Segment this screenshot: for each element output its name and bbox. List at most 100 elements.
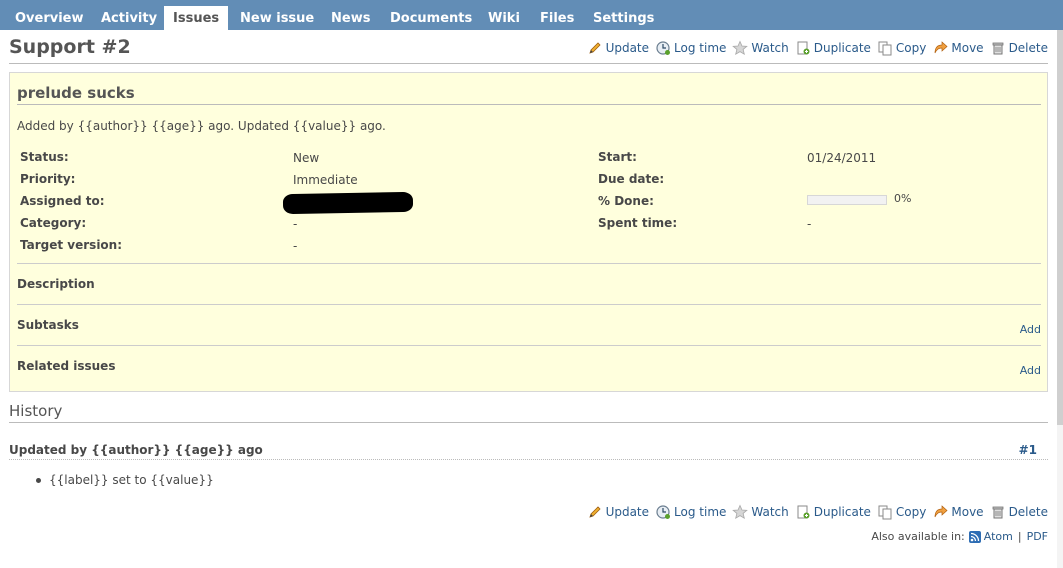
duplicate-label: Duplicate [813, 505, 871, 519]
copy-button[interactable]: Copy [877, 40, 926, 56]
rss-feed-icon [968, 530, 981, 543]
copy-icon [877, 504, 893, 520]
atom-link[interactable]: Atom [984, 530, 1013, 543]
other-formats: Also available in: Atom | PDF [871, 530, 1048, 543]
category-value: - [293, 217, 298, 231]
log-time-label: Log time [674, 41, 727, 55]
main-menu: Overview Activity Issues New issue News … [0, 0, 1063, 30]
issue-subject: prelude sucks [17, 84, 135, 102]
clock-icon [655, 40, 671, 56]
priority-label: Priority: [20, 172, 76, 186]
target-version-value: - [293, 239, 298, 253]
update-button-bottom[interactable]: Update [587, 504, 649, 520]
tab-issues[interactable]: Issues [164, 6, 229, 30]
bullet-icon [36, 478, 41, 483]
copy-label: Copy [895, 41, 927, 55]
journal-detail-item: {{label}} set to {{value}} [36, 473, 214, 487]
status-value: New [293, 151, 320, 165]
issue-details: prelude sucks Added by {{author}} {{age}… [9, 72, 1048, 392]
pdf-link[interactable]: PDF [1027, 530, 1048, 543]
update-label: Update [605, 41, 650, 55]
tab-new-issue[interactable]: New issue [231, 6, 323, 30]
description-heading: Description [17, 277, 95, 291]
related-issues-heading: Related issues [17, 359, 116, 373]
move-button[interactable]: Move [932, 40, 984, 56]
done-progress-bar [807, 195, 887, 205]
subtasks-divider [17, 304, 1041, 305]
move-arrow-icon [932, 40, 948, 56]
trash-icon [990, 40, 1006, 56]
copy-button-bottom[interactable]: Copy [877, 504, 926, 520]
subtasks-heading: Subtasks [17, 318, 79, 332]
target-version-label: Target version: [20, 238, 123, 252]
assigned-to-label: Assigned to: [20, 194, 105, 208]
duplicate-button-bottom[interactable]: Duplicate [795, 504, 871, 520]
add-subtask-link[interactable]: Add [1020, 323, 1041, 336]
tab-activity[interactable]: Activity [92, 6, 166, 30]
move-arrow-icon [932, 504, 948, 520]
move-label: Move [951, 41, 984, 55]
description-divider [17, 263, 1041, 264]
trash-icon [990, 504, 1006, 520]
duplicate-button[interactable]: Duplicate [795, 40, 871, 56]
duplicate-icon [795, 40, 811, 56]
spent-time-label: Spent time: [598, 216, 678, 230]
subject-divider [17, 104, 1041, 105]
issue-actions-top: Update Log time Watch Duplicate Copy Mov… [587, 39, 1048, 57]
move-label: Move [951, 505, 984, 519]
delete-button-bottom[interactable]: Delete [990, 504, 1048, 520]
delete-button[interactable]: Delete [990, 40, 1048, 56]
tab-wiki[interactable]: Wiki [479, 6, 529, 30]
redaction-mark [282, 191, 414, 215]
clock-icon [655, 504, 671, 520]
start-date-value: 01/24/2011 [807, 151, 877, 165]
move-button-bottom[interactable]: Move [932, 504, 984, 520]
spent-time-value: - [807, 217, 812, 231]
tab-documents[interactable]: Documents [381, 6, 481, 30]
issue-actions-bottom: Update Log time Watch Duplicate Copy Mov… [587, 503, 1048, 521]
pencil-icon [587, 504, 603, 520]
start-date-label: Start: [598, 150, 637, 164]
title-divider [9, 63, 1048, 64]
update-button[interactable]: Update [587, 40, 649, 56]
author-line: Added by {{author}} {{age}} ago. Updated… [17, 119, 386, 133]
page-title: Support #2 [9, 36, 131, 58]
history-divider [9, 422, 1048, 423]
journal-number-link[interactable]: #1 [1019, 443, 1037, 457]
star-icon [732, 40, 749, 56]
watch-button[interactable]: Watch [732, 40, 789, 56]
journal-detail-text: {{label}} set to {{value}} [49, 473, 214, 487]
duplicate-label: Duplicate [813, 41, 871, 55]
journal-header: Updated by {{author}} {{age}} ago [9, 443, 263, 457]
done-ratio-label: % Done: [598, 194, 654, 208]
watch-button-bottom[interactable]: Watch [732, 504, 789, 520]
log-time-label: Log time [674, 505, 727, 519]
delete-label: Delete [1008, 505, 1048, 519]
copy-icon [877, 40, 893, 56]
priority-value: Immediate [293, 173, 358, 187]
status-label: Status: [20, 150, 69, 164]
history-heading: History [9, 402, 63, 420]
watch-label: Watch [751, 41, 789, 55]
delete-label: Delete [1008, 41, 1048, 55]
tab-overview[interactable]: Overview [6, 6, 93, 30]
pencil-icon [587, 40, 603, 56]
also-available-label: Also available in: [871, 530, 965, 543]
update-label: Update [605, 505, 650, 519]
done-ratio-value: 0% [894, 192, 912, 205]
watch-label: Watch [751, 505, 789, 519]
log-time-button-bottom[interactable]: Log time [655, 504, 726, 520]
journal-divider [9, 459, 1048, 460]
scrollbar-thumb[interactable] [1057, 30, 1063, 425]
duplicate-icon [795, 504, 811, 520]
log-time-button[interactable]: Log time [655, 40, 726, 56]
add-relation-link[interactable]: Add [1020, 364, 1041, 377]
tab-files[interactable]: Files [531, 6, 583, 30]
due-date-label: Due date: [598, 172, 665, 186]
format-separator: | [1017, 530, 1022, 543]
related-divider [17, 345, 1041, 346]
star-icon [732, 504, 749, 520]
tab-settings[interactable]: Settings [584, 6, 663, 30]
copy-label: Copy [895, 505, 927, 519]
tab-news[interactable]: News [322, 6, 379, 30]
